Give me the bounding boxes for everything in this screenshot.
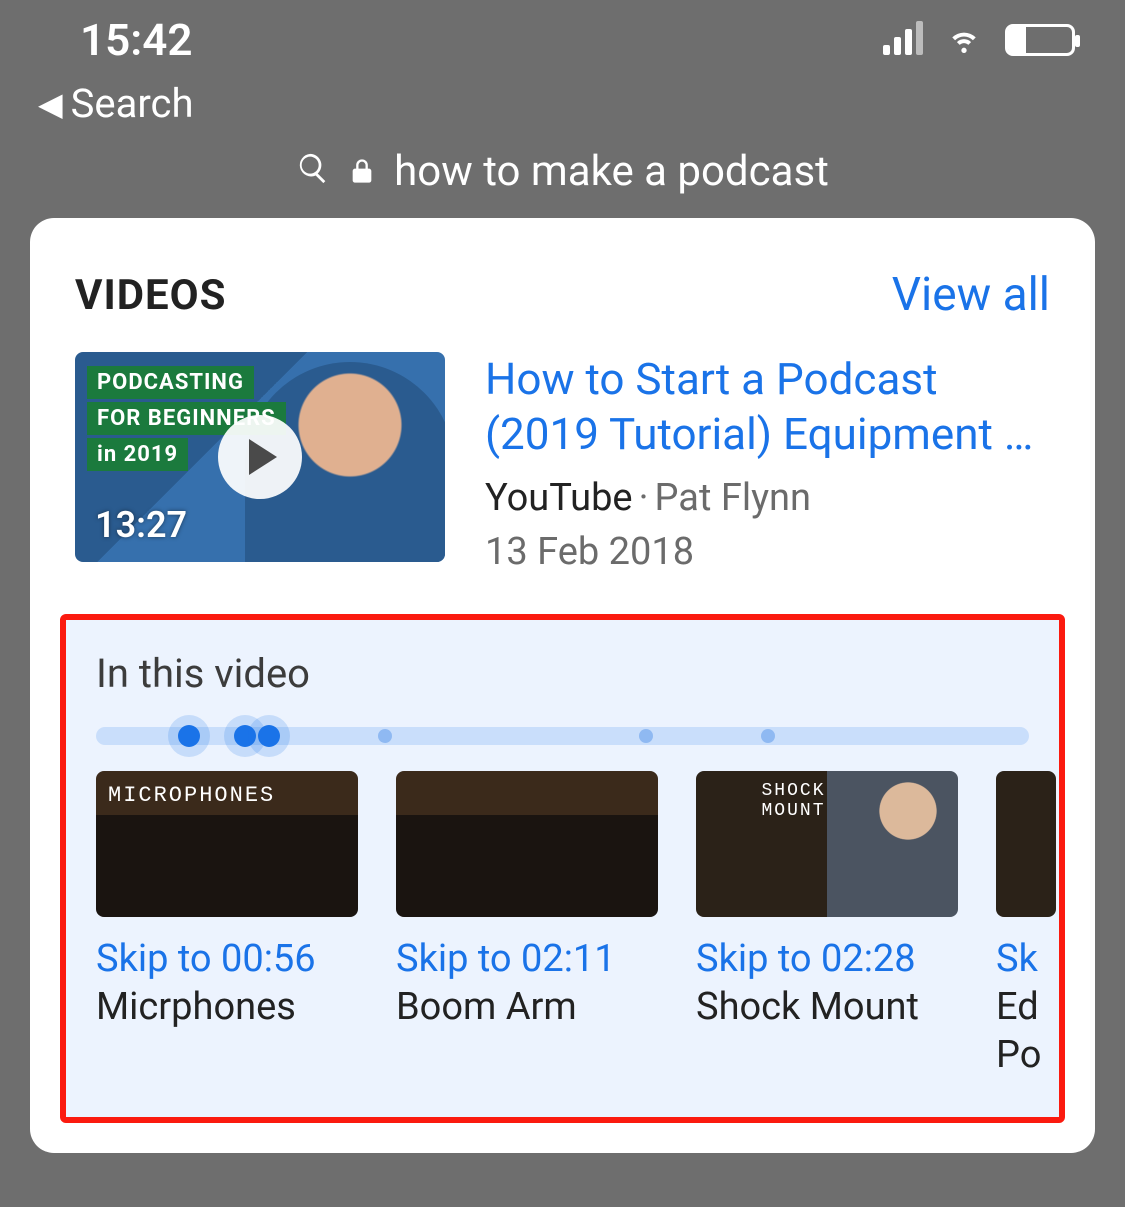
chapter-name: Ed <box>996 985 1056 1029</box>
chapter-name: Boom Arm <box>396 985 658 1029</box>
video-channel: Pat Flynn <box>655 476 812 520</box>
timeline-marker[interactable] <box>234 725 256 747</box>
chapter-item[interactable]: Skip to 02:11Boom Arm <box>396 771 658 1077</box>
signal-icon <box>883 25 923 55</box>
chapter-skip-link[interactable]: Skip to 00:56 <box>96 937 358 981</box>
timeline-marker[interactable] <box>378 729 392 743</box>
status-time: 15:42 <box>80 14 193 66</box>
status-bar: 15:42 <box>0 0 1125 80</box>
chapter-name: Po <box>996 1033 1056 1077</box>
thumb-tag: PODCASTING <box>87 366 254 399</box>
play-icon[interactable] <box>218 415 302 499</box>
status-icons <box>883 14 1075 66</box>
chapter-skip-link[interactable]: Skip to 02:11 <box>396 937 658 981</box>
video-title[interactable]: How to Start a Podcast (2019 Tutorial) E… <box>485 352 1050 462</box>
battery-icon <box>1005 24 1075 56</box>
section-title: VIDEOS <box>75 271 226 320</box>
chapter-name: Shock Mount <box>696 985 958 1029</box>
thumb-tag: in 2019 <box>87 438 188 471</box>
video-result[interactable]: PODCASTING FOR BEGINNERS in 2019 13:27 H… <box>30 352 1095 574</box>
chapter-item[interactable]: SkEdPo <box>996 771 1056 1077</box>
view-all-link[interactable]: View all <box>892 268 1050 322</box>
search-icon <box>296 147 330 196</box>
back-label: Search <box>71 80 194 127</box>
chapter-overlay-label: MICROPHONES <box>108 783 275 808</box>
timeline-marker[interactable] <box>178 725 200 747</box>
chapter-thumbnail[interactable] <box>996 771 1056 917</box>
back-to-search[interactable]: ◀ Search <box>0 80 1125 137</box>
chapter-item[interactable]: SHOCK MOUNT Skip to 02:28Shock Mount <box>696 771 958 1077</box>
chapter-item[interactable]: MICROPHONES Skip to 00:56Micrphones <box>96 771 358 1077</box>
chapter-thumbnail[interactable]: MICROPHONES <box>96 771 358 917</box>
chapter-thumbnail[interactable] <box>396 771 658 917</box>
back-caret-icon: ◀ <box>38 85 63 123</box>
chapters-panel: In this video MICROPHONES Skip to 00:56Mi… <box>60 614 1065 1123</box>
wifi-icon <box>943 14 985 66</box>
video-thumbnail[interactable]: PODCASTING FOR BEGINNERS in 2019 13:27 <box>75 352 445 562</box>
chapter-skip-link[interactable]: Skip to 02:28 <box>696 937 958 981</box>
chapter-name: Micrphones <box>96 985 358 1029</box>
video-duration: 13:27 <box>95 504 187 546</box>
chapter-skip-link[interactable]: Sk <box>996 937 1056 981</box>
timeline-marker[interactable] <box>258 725 280 747</box>
video-source: YouTube <box>485 476 633 520</box>
timeline-marker[interactable] <box>639 729 653 743</box>
url-text: how to make a podcast <box>394 147 829 196</box>
video-date: 13 Feb 2018 <box>485 530 1050 574</box>
chapter-thumbnail[interactable]: SHOCK MOUNT <box>696 771 958 917</box>
video-source-line: YouTube·Pat Flynn <box>485 476 1050 520</box>
lock-icon <box>348 147 376 196</box>
timeline-marker[interactable] <box>761 729 775 743</box>
address-bar[interactable]: how to make a podcast <box>0 137 1125 218</box>
results-card: VIDEOS View all PODCASTING FOR BEGINNERS… <box>30 218 1095 1153</box>
chapters-timeline[interactable] <box>96 727 1029 745</box>
chapters-heading: In this video <box>96 650 1059 697</box>
